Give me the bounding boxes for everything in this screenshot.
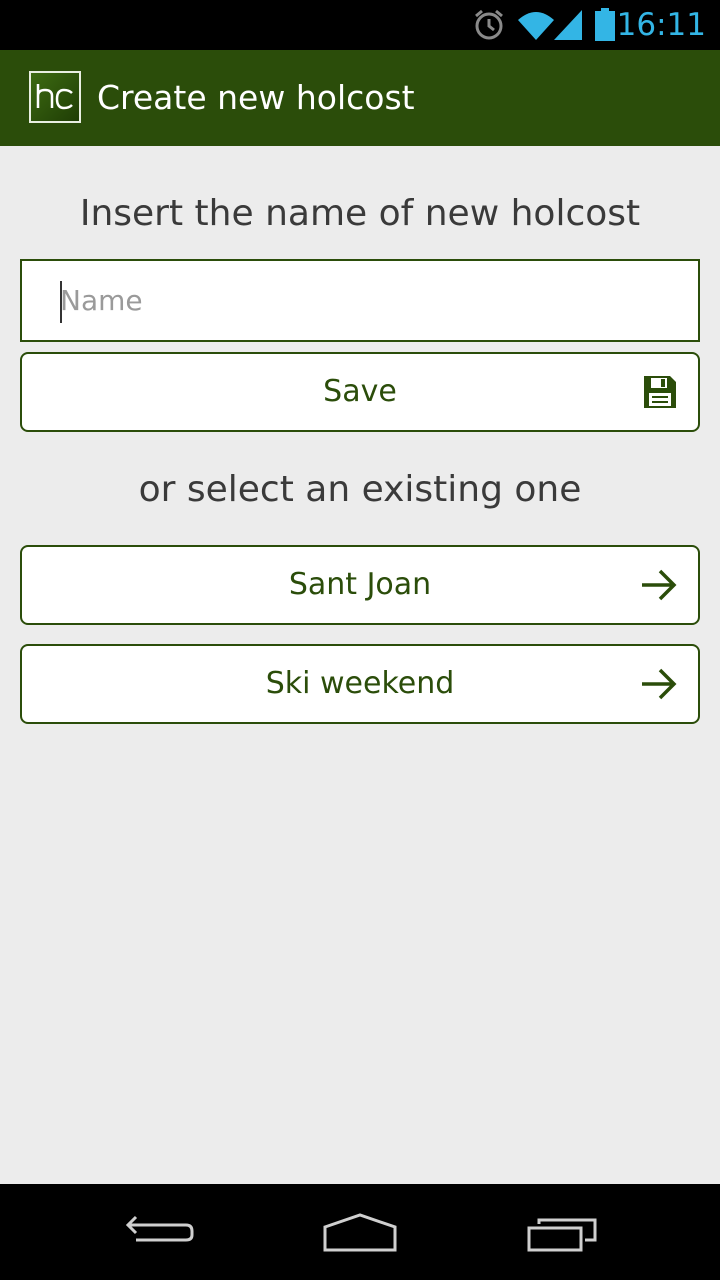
existing-heading: or select an existing one [138,469,582,510]
create-heading: Insert the name of new holcost [79,193,641,234]
alarm-icon [475,9,503,40]
arrow-right-icon [642,668,677,700]
name-field[interactable] [20,259,700,342]
status-time: 16:11 [616,7,706,43]
navigation-bar [0,1184,720,1280]
app-logo[interactable] [29,71,81,123]
save-button[interactable]: Save [20,352,700,432]
page-title: Create new holcost [97,78,415,117]
signal-icon [554,10,582,40]
recent-apps-button[interactable] [492,1184,632,1280]
floppy-disk-icon [644,376,676,408]
holcost-item-sant-joan[interactable]: Sant Joan [20,545,700,625]
battery-icon [595,8,615,41]
text-caret [60,281,62,323]
status-bar: 16:11 [0,0,720,50]
back-button[interactable] [90,1184,230,1280]
recent-apps-icon [527,1218,597,1252]
name-input[interactable] [60,261,680,340]
holcost-logo-icon [36,84,73,110]
home-icon [323,1213,397,1252]
arrow-right-icon [642,569,677,601]
holcost-item-label: Sant Joan [288,567,432,602]
save-button-label: Save [323,374,397,409]
holcost-item-ski-weekend[interactable]: Ski weekend [20,644,700,724]
back-icon [125,1215,194,1242]
holcost-item-label: Ski weekend [265,666,455,701]
home-button[interactable] [290,1184,430,1280]
action-bar: Create new holcost [0,50,720,146]
wifi-icon [518,12,554,40]
